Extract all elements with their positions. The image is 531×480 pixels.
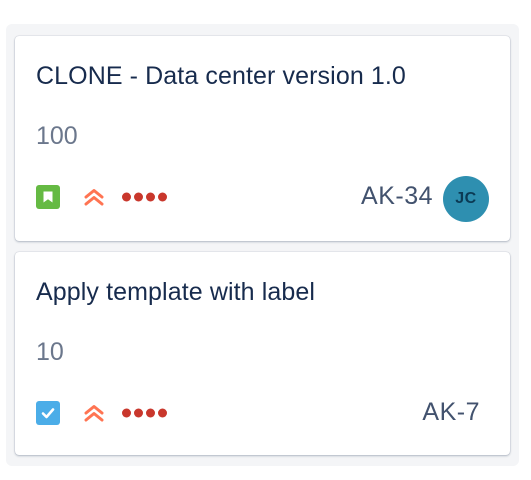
- card-summary[interactable]: CLONE - Data center version 1.0: [36, 62, 406, 91]
- card-footer: AK-34 JC: [36, 176, 489, 222]
- issue-key[interactable]: AK-34: [361, 182, 433, 211]
- estimate-dots-icon: [122, 408, 167, 418]
- issue-key[interactable]: AK-7: [422, 398, 480, 427]
- issue-card[interactable]: Apply template with label 10 AK-7: [15, 252, 510, 455]
- estimate-dots-icon: [122, 192, 167, 202]
- priority-high-icon: [84, 405, 104, 422]
- task-checkbox-icon: [36, 401, 60, 425]
- story-points: 100: [36, 122, 78, 150]
- board-column: CLONE - Data center version 1.0 100 AK-3…: [6, 24, 519, 466]
- priority-high-icon: [84, 189, 104, 206]
- issue-card[interactable]: CLONE - Data center version 1.0 100 AK-3…: [15, 36, 510, 241]
- story-bookmark-icon: [36, 185, 60, 209]
- card-summary[interactable]: Apply template with label: [36, 278, 315, 307]
- assignee-avatar[interactable]: JC: [443, 176, 489, 222]
- card-footer: AK-7: [36, 392, 489, 432]
- story-points: 10: [36, 338, 64, 366]
